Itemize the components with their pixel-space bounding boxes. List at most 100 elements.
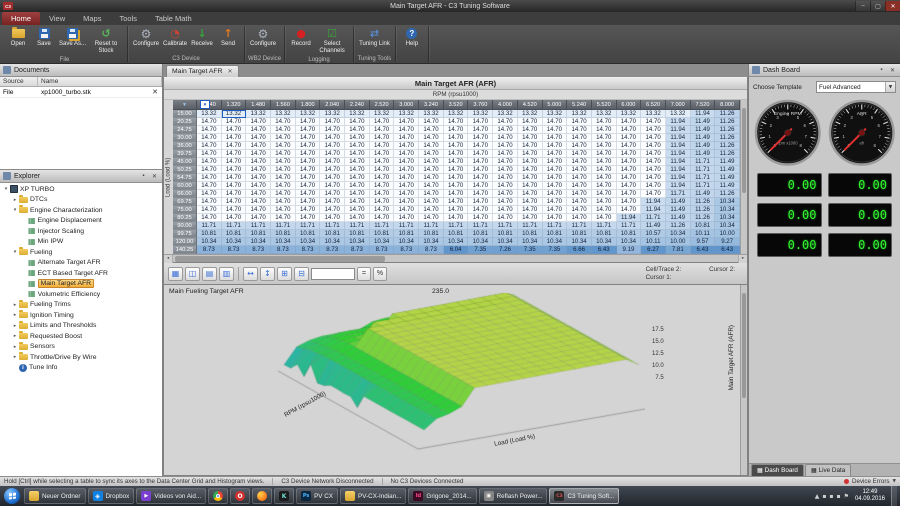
afr-cell[interactable]: 10.81 (444, 230, 469, 238)
afr-cell[interactable]: 11.71 (592, 222, 617, 230)
afr-cell[interactable]: 8.73 (246, 246, 271, 254)
afr-cell[interactable]: 14.70 (493, 174, 518, 182)
tree-expander-icon[interactable]: ▸ (11, 354, 19, 360)
afr-cell[interactable]: 11.26 (691, 214, 716, 222)
load-row-header[interactable]: 120.00 (173, 238, 197, 246)
afr-cell[interactable]: 11.49 (691, 190, 716, 198)
afr-cell[interactable]: 14.70 (197, 118, 222, 126)
afr-cell[interactable]: 14.70 (617, 206, 642, 214)
afr-cell[interactable]: 14.70 (222, 214, 247, 222)
afr-cell[interactable]: 8.73 (394, 246, 419, 254)
afr-cell[interactable]: 14.70 (567, 174, 592, 182)
tree-item-tune-info[interactable]: iTune Info (0, 363, 162, 374)
rpm-column-header[interactable]: 8.000 (715, 100, 740, 110)
afr-cell[interactable]: 14.70 (246, 206, 271, 214)
afr-cell[interactable]: 14.70 (394, 150, 419, 158)
afr-cell[interactable]: 11.94 (666, 166, 691, 174)
afr-cell[interactable]: 8.73 (222, 246, 247, 254)
tree-expander-icon[interactable]: ▾ (11, 207, 19, 213)
taskbar-item-neuer-ordner[interactable]: Neuer Ordner (24, 488, 86, 504)
afr-cell[interactable]: 11.71 (666, 190, 691, 198)
help-button[interactable]: ?Help (399, 26, 425, 49)
afr-cell[interactable]: 10.34 (518, 238, 543, 246)
afr-cell[interactable]: 10.81 (592, 230, 617, 238)
afr-cell[interactable]: 14.70 (370, 150, 395, 158)
afr-cell[interactable]: 14.70 (246, 142, 271, 150)
load-row-header[interactable]: 99.75 (173, 230, 197, 238)
afr-cell[interactable]: 10.81 (296, 230, 321, 238)
tree-item-ignition-timing[interactable]: ▸Ignition Timing (0, 310, 162, 321)
afr-cell[interactable]: 14.70 (444, 134, 469, 142)
plot-vertical-scrollbar[interactable] (740, 285, 747, 475)
afr-cell[interactable]: 13.32 (419, 110, 444, 118)
afr-cell[interactable]: 14.70 (197, 166, 222, 174)
afr-cell[interactable]: 14.70 (320, 190, 345, 198)
afr-cell[interactable]: 14.70 (370, 118, 395, 126)
afr-cell[interactable]: 11.26 (691, 206, 716, 214)
afr-cell[interactable]: 14.70 (617, 118, 642, 126)
afr-cell[interactable]: 14.70 (296, 166, 321, 174)
fill-table-button[interactable]: ▦ (168, 267, 183, 281)
afr-cell[interactable]: 14.70 (197, 126, 222, 134)
tree-item-min-ipw[interactable]: ▦Min IPW (0, 237, 162, 248)
afr-cell[interactable]: 14.70 (641, 190, 666, 198)
afr-cell[interactable]: 10.34 (592, 238, 617, 246)
load-row-header[interactable]: 66.00 (173, 190, 197, 198)
afr-cell[interactable]: 14.70 (271, 118, 296, 126)
afr-cell[interactable]: 6.43 (592, 246, 617, 254)
afr-cell[interactable]: 14.70 (493, 166, 518, 174)
afr-cell[interactable]: 7.35 (518, 246, 543, 254)
afr-cell[interactable]: 14.70 (444, 126, 469, 134)
afr-cell[interactable]: 14.70 (567, 118, 592, 126)
afr-cell[interactable]: 14.70 (641, 166, 666, 174)
afr-cell[interactable]: 14.70 (222, 174, 247, 182)
afr-cell[interactable]: 14.70 (197, 190, 222, 198)
afr-cell[interactable]: 11.26 (715, 142, 740, 150)
afr-cell[interactable]: 11.94 (666, 142, 691, 150)
afr-cell[interactable]: 14.70 (419, 206, 444, 214)
afr-cell[interactable]: 14.70 (370, 182, 395, 190)
afr-cell[interactable]: 14.70 (493, 134, 518, 142)
afr-cell[interactable]: 6.04 (444, 246, 469, 254)
tree-item-fueling[interactable]: ▾Fueling (0, 247, 162, 258)
afr-cell[interactable]: 14.70 (444, 190, 469, 198)
afr-cell[interactable]: 10.81 (493, 230, 518, 238)
afr-cell[interactable]: 10.34 (543, 238, 568, 246)
afr-cell[interactable]: 14.70 (394, 206, 419, 214)
dashboard-tab-dash-board[interactable]: ▦Dash Board (751, 464, 804, 476)
rpm-column-header[interactable]: 3.520 (444, 100, 469, 110)
afr-cell[interactable]: 10.81 (271, 230, 296, 238)
afr-cell[interactable]: 14.70 (345, 134, 370, 142)
tree-expander-icon[interactable]: ▸ (11, 302, 19, 308)
tree-item-limits-and-thresholds[interactable]: ▸Limits and Thresholds (0, 321, 162, 332)
afr-cell[interactable]: 11.26 (715, 110, 740, 118)
afr-cell[interactable]: 14.70 (320, 182, 345, 190)
afr-cell[interactable]: 14.70 (543, 126, 568, 134)
afr-cell[interactable]: 11.71 (543, 222, 568, 230)
open-button[interactable]: Open (5, 26, 31, 49)
load-row-header[interactable]: 75.00 (173, 206, 197, 214)
selection-filter-icon[interactable]: ▼ (200, 100, 210, 109)
taskbar-item-dropbox[interactable]: ◈Dropbox (88, 488, 135, 504)
afr-cell[interactable]: 14.70 (222, 158, 247, 166)
tray-icon-c-icon[interactable]: ▪ (837, 493, 841, 500)
afr-cell[interactable]: 10.81 (567, 230, 592, 238)
chevron-down-icon[interactable]: ▼ (885, 82, 895, 92)
afr-cell[interactable]: 11.71 (419, 222, 444, 230)
scroll-thumb[interactable] (175, 256, 385, 262)
afr-cell[interactable]: 14.70 (617, 158, 642, 166)
afr-cell[interactable]: 14.70 (370, 158, 395, 166)
afr-cell[interactable]: 14.70 (444, 166, 469, 174)
afr-cell[interactable]: 14.70 (468, 198, 493, 206)
afr-cell[interactable]: 8.73 (197, 246, 222, 254)
afr-cell[interactable]: 9.19 (617, 246, 642, 254)
afr-cell[interactable]: 14.70 (641, 142, 666, 150)
afr-cell[interactable]: 11.94 (666, 174, 691, 182)
afr-cell[interactable]: 11.49 (715, 182, 740, 190)
afr-cell[interactable]: 14.70 (370, 166, 395, 174)
afr-cell[interactable]: 14.70 (543, 158, 568, 166)
tree-item-engine-characterization[interactable]: ▾Engine Characterization (0, 205, 162, 216)
afr-cell[interactable]: 14.70 (345, 118, 370, 126)
afr-cell[interactable]: 14.70 (592, 174, 617, 182)
rpm-column-header[interactable]: 7.520 (691, 100, 716, 110)
